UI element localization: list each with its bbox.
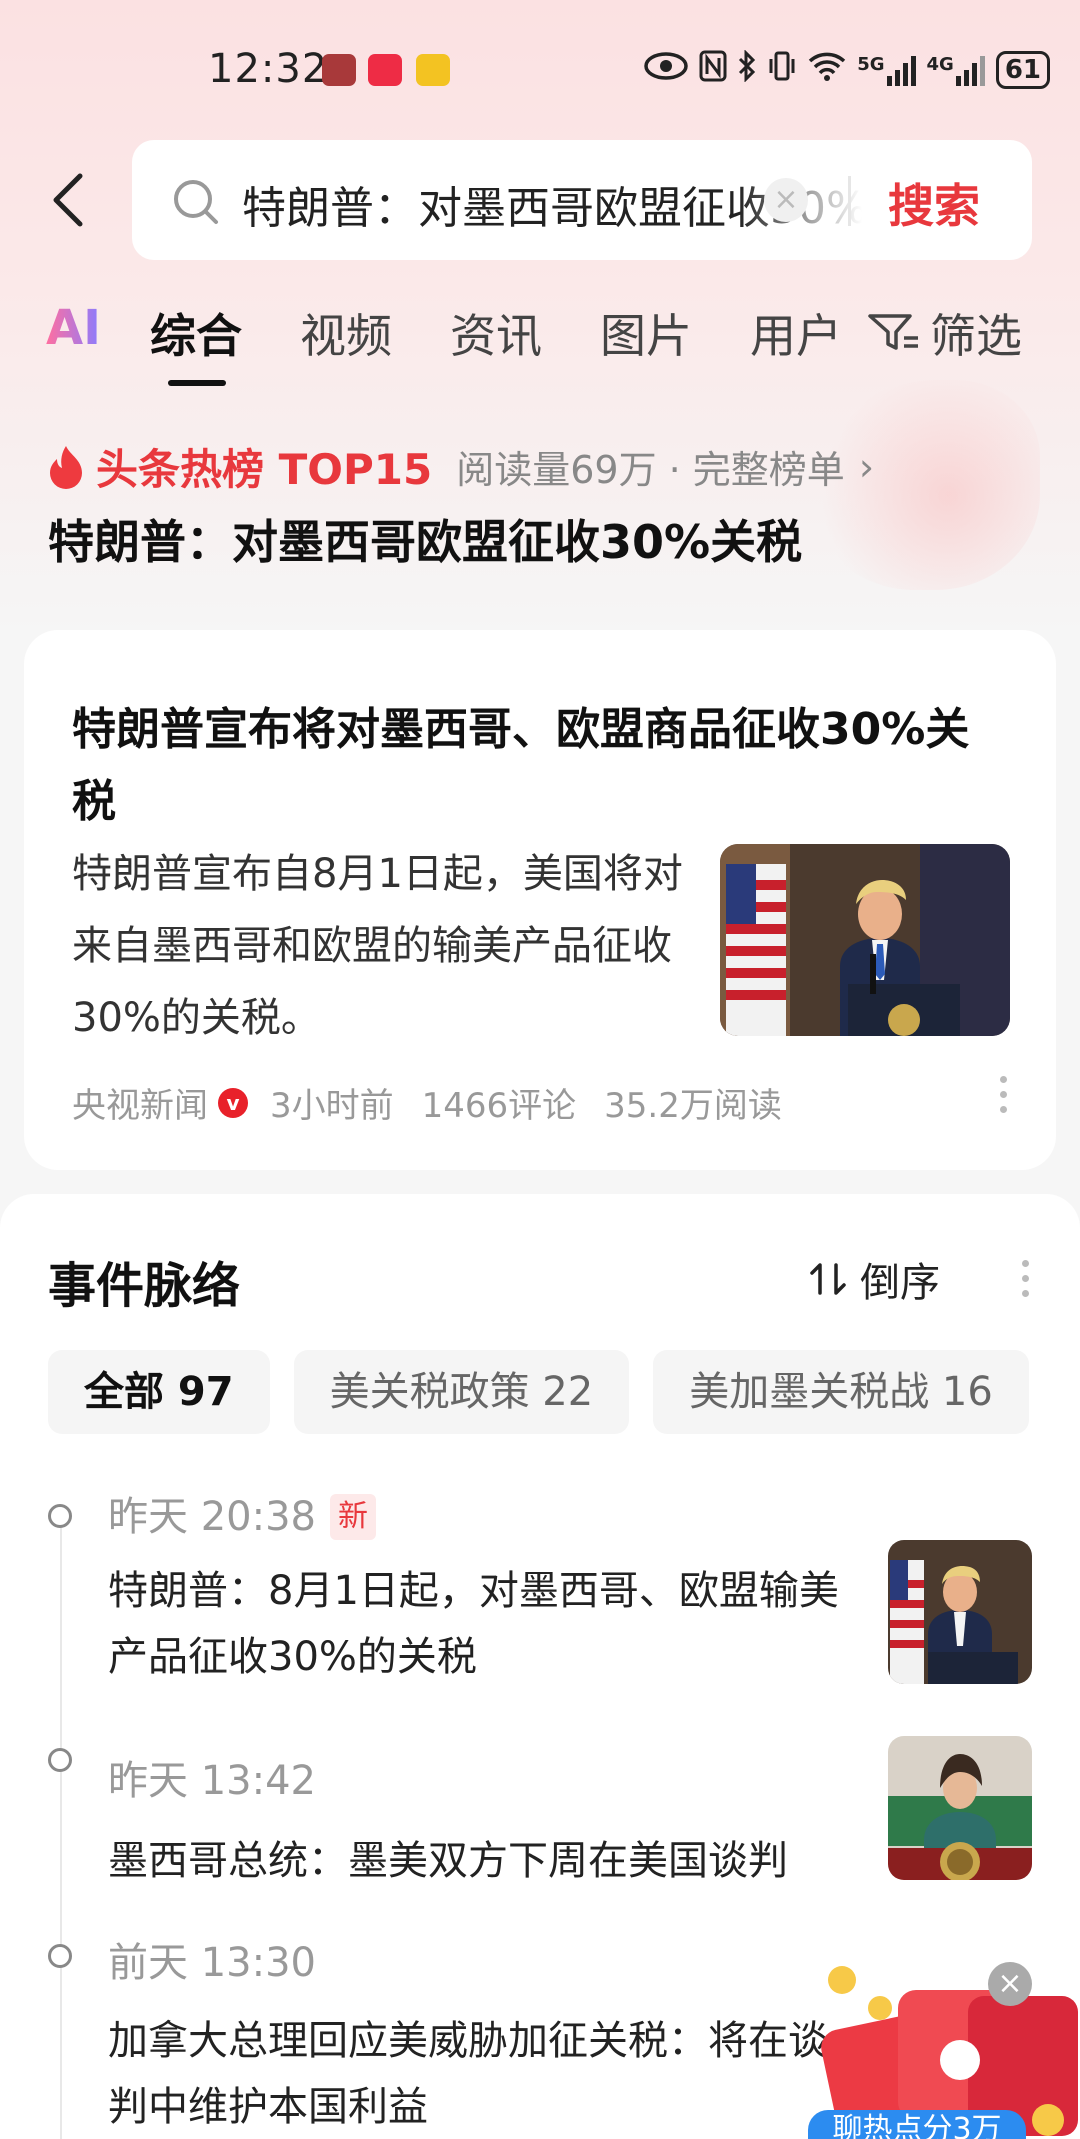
- article-time: 3小时前: [270, 1086, 394, 1126]
- eye-icon: [643, 51, 689, 89]
- more-options-icon[interactable]: [1000, 1076, 1008, 1113]
- article-comments: 1466评论: [421, 1086, 577, 1126]
- promo-label[interactable]: 聊热点分3万: [808, 2110, 1026, 2139]
- status-icons: 5G 4G 61: [643, 49, 1050, 90]
- chip-us-tariff-policy[interactable]: 美关税政策 22: [293, 1350, 630, 1434]
- close-icon[interactable]: ×: [988, 1962, 1032, 2006]
- timeline-thumbnail[interactable]: [888, 1540, 1032, 1684]
- chevron-right-icon: ›: [858, 444, 875, 489]
- sort-icon: [810, 1263, 846, 1295]
- signal-4g-icon: 4G: [927, 54, 986, 86]
- active-tab-indicator: [168, 380, 226, 386]
- status-bar: 12:32 5G 4G 61: [0, 0, 1080, 140]
- timeline-text[interactable]: 墨西哥总统：墨美双方下周在美国谈判: [108, 1828, 848, 1894]
- tab-video[interactable]: 视频: [300, 300, 392, 366]
- wifi-icon: [807, 50, 847, 90]
- vibrate-icon: [767, 50, 797, 90]
- event-more-icon[interactable]: [1022, 1260, 1029, 1297]
- filter-icon: [868, 314, 918, 350]
- article-headline[interactable]: 特朗普宣布将对墨西哥、欧盟商品征收30%关税: [72, 694, 1012, 838]
- article-thumbnail[interactable]: [720, 844, 1010, 1036]
- tab-comprehensive[interactable]: 综合: [150, 300, 242, 366]
- hot-rank-label: 头条热榜 TOP15: [96, 445, 433, 494]
- timeline-line: [60, 1524, 62, 2139]
- tab-ai[interactable]: AI: [46, 300, 101, 356]
- timeline-thumbnail[interactable]: [888, 1736, 1032, 1880]
- tab-users[interactable]: 用户: [750, 300, 842, 366]
- article-source[interactable]: 央视新闻: [72, 1078, 208, 1127]
- hot-rank-meta[interactable]: 阅读量69万 · 完整榜单: [456, 439, 845, 494]
- timeline-dot: [48, 1748, 72, 1772]
- bluetooth-icon: [737, 49, 757, 90]
- search-bar[interactable]: 特朗普：对墨西哥欧盟征收30%关税 × 搜索: [132, 140, 1032, 260]
- timeline-time-text: 昨天 20:38: [108, 1494, 316, 1540]
- signal-4g-label: 4G: [926, 54, 954, 75]
- nfc-icon: [699, 50, 727, 90]
- event-category-chips: 全部 97 美关税政策 22 美加墨关税战 16: [48, 1350, 1029, 1434]
- chevron-left-icon: [53, 173, 83, 227]
- flag-image: [726, 864, 786, 1036]
- clear-icon[interactable]: ×: [764, 178, 808, 222]
- timeline-dot: [48, 1944, 72, 1968]
- timeline-text[interactable]: 特朗普：8月1日起，对墨西哥、欧盟输美产品征收30%的关税: [108, 1558, 848, 1690]
- back-button[interactable]: [48, 170, 88, 230]
- redbook-notification-icon: [368, 54, 402, 86]
- tab-images[interactable]: 图片: [600, 300, 692, 366]
- article-summary: 特朗普宣布自8月1日起，美国将对来自墨西哥和欧盟的输美产品征收30%的关税。: [72, 851, 683, 1041]
- app-notification-icon: [322, 54, 356, 86]
- battery-indicator: 61: [995, 51, 1050, 89]
- article-reads: 35.2万阅读: [604, 1086, 782, 1126]
- timeline-text[interactable]: 加拿大总理回应美威胁加征关税：将在谈判中维护本国利益: [108, 2008, 848, 2139]
- filter-button[interactable]: 筛选: [868, 300, 1022, 366]
- hot-rank-bar[interactable]: 头条热榜 TOP15 阅读量69万 · 完整榜单 ›: [48, 436, 874, 497]
- topic-title: 特朗普：对墨西哥欧盟征收30%关税: [48, 515, 803, 569]
- weibo-notification-icon: [416, 54, 450, 86]
- filter-label: 筛选: [930, 309, 1022, 363]
- sort-label: 倒序: [860, 1260, 940, 1306]
- new-badge: 新: [330, 1494, 376, 1540]
- chip-us-canada-mexico-tariff-war[interactable]: 美加墨关税战 16: [653, 1350, 1029, 1434]
- sort-button[interactable]: 倒序: [808, 1250, 940, 1308]
- signal-5g-icon: 5G: [857, 54, 916, 86]
- chip-all[interactable]: 全部 97: [48, 1350, 270, 1434]
- timeline-dot: [48, 1504, 72, 1528]
- timeline-time: 昨天 13:42: [108, 1758, 316, 1804]
- verified-badge-icon: v: [218, 1087, 248, 1118]
- event-section-title: 事件脉络: [48, 1258, 241, 1314]
- status-time: 12:32: [208, 46, 329, 92]
- signal-5g-label: 5G: [857, 54, 885, 75]
- article-card[interactable]: 特朗普宣布将对墨西哥、欧盟商品征收30%关税 特朗普宣布自8月1日起，美国将对来…: [24, 630, 1056, 1170]
- flame-icon: [50, 445, 82, 489]
- tab-news[interactable]: 资讯: [450, 300, 542, 366]
- timeline-time: 前天 13:30: [108, 1940, 316, 1986]
- search-button[interactable]: 搜索: [888, 170, 980, 236]
- result-tabs: AI 综合 视频 资讯 图片 用户 筛选: [0, 300, 1080, 390]
- article-meta: 央视新闻 v 3小时前 1466评论 35.2万阅读: [72, 1078, 782, 1127]
- search-icon: [172, 178, 220, 230]
- timeline-time: 昨天 20:38 新: [108, 1484, 376, 1542]
- search-divider: [848, 176, 851, 226]
